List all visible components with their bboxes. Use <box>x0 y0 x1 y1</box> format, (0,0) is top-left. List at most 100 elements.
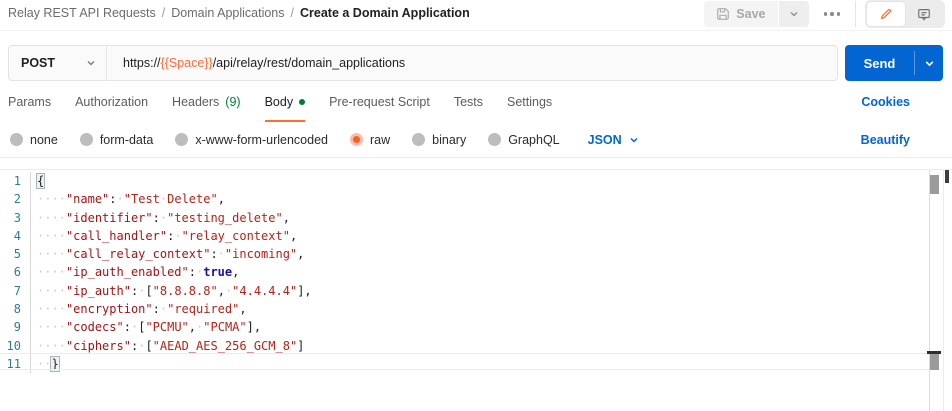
pencil-icon <box>879 7 893 21</box>
code-token-pun: , <box>297 247 304 261</box>
body-mode-label: raw <box>370 133 390 147</box>
code-token-key: "ip_auth_enabled" <box>66 265 189 279</box>
body-mode-graphql[interactable]: GraphQL <box>488 133 559 147</box>
page-scrollbar-track <box>943 170 944 411</box>
whitespace-dot: · <box>59 339 66 353</box>
beautify-link[interactable]: Beautify <box>861 133 910 147</box>
raw-body-editor: 1{2····"name":·"Test·Delete",3····"ident… <box>0 169 952 410</box>
comments-button[interactable] <box>905 2 943 26</box>
code-token-pun: :· <box>153 211 167 225</box>
url-environment-variable: {{Space}} <box>161 56 213 70</box>
request-url-row: POST https://{{Space}}/api/relay/rest/do… <box>0 31 952 81</box>
code-token-pun: :· <box>210 247 224 261</box>
code-token-pun: , <box>218 192 225 206</box>
whitespace-dot: · <box>117 192 124 206</box>
tab-body[interactable]: Body <box>265 81 306 122</box>
body-mode-row: none form-data x-www-form-urlencoded raw bin… <box>0 122 952 158</box>
code-token-key: "encryption" <box>66 302 153 316</box>
editor-vscrollbar-thumb[interactable] <box>930 175 939 194</box>
send-button[interactable]: Send <box>845 45 914 81</box>
code-token-key: "name" <box>66 192 109 206</box>
radio-binary <box>412 133 425 146</box>
code-token-pun: :·[ <box>131 339 153 353</box>
save-options-button[interactable] <box>779 1 809 27</box>
body-mode-form-data[interactable]: form-data <box>80 133 154 147</box>
code-token-pun: , <box>290 229 297 243</box>
code-token-str: "Test·Delete" <box>124 192 218 206</box>
body-mode-label: GraphQL <box>508 133 559 147</box>
radio-x-www-form-urlencoded <box>175 133 188 146</box>
code-area[interactable]: 1{2····"name":·"Test·Delete",3····"ident… <box>0 170 952 373</box>
send-button-label: Send <box>864 56 896 71</box>
code-line: 7····"ip_auth":·["8.8.8.8",·"4.4.4.4"], <box>0 282 952 300</box>
code-token-ws: ···· <box>37 339 66 353</box>
code-line-content: ····"name":·"Test·Delete", <box>31 190 225 208</box>
body-mode-none[interactable]: none <box>10 133 58 147</box>
whitespace-dot: · <box>174 229 181 243</box>
line-number: 7 <box>0 282 31 300</box>
line-number: 3 <box>0 209 31 227</box>
request-tabs: Params Authorization Headers(9) Body Pre-req… <box>0 81 952 122</box>
more-options-icon[interactable] <box>818 12 847 16</box>
code-token-key: "ciphers" <box>66 339 131 353</box>
whitespace-dot: · <box>51 192 58 206</box>
tab-pre-request-script[interactable]: Pre-request Script <box>329 81 430 122</box>
url-bar: POST https://{{Space}}/api/relay/rest/do… <box>8 45 838 81</box>
tab-settings[interactable]: Settings <box>507 81 552 122</box>
tab-label: Pre-request Script <box>329 95 430 109</box>
body-mode-x-www-form-urlencoded[interactable]: x-www-form-urlencoded <box>175 133 328 147</box>
code-token-ws: ···· <box>37 192 66 206</box>
body-mode-raw[interactable]: raw <box>350 133 390 147</box>
code-token-ws: ···· <box>37 211 66 225</box>
code-line: 3····"identifier":·"testing_delete", <box>0 209 952 227</box>
editor-hscrollbar-thumb[interactable] <box>930 354 939 370</box>
whitespace-dot: · <box>51 247 58 261</box>
code-token-brkt: { <box>37 174 44 188</box>
code-line-content: ····"call_handler":·"relay_context", <box>31 227 297 245</box>
code-token-ws: ···· <box>37 302 66 316</box>
code-token-key: "call_relay_context" <box>66 247 211 261</box>
code-line: 1{ <box>0 172 952 190</box>
tab-label: Headers <box>172 95 219 109</box>
edit-mode-button[interactable] <box>867 2 905 26</box>
line-number: 2 <box>0 190 31 208</box>
radio-graphql <box>488 133 501 146</box>
edit-comment-toggle <box>865 0 945 28</box>
chevron-down-icon <box>86 58 96 68</box>
body-mode-binary[interactable]: binary <box>412 133 466 147</box>
page-scrollbar-thumb[interactable] <box>945 170 949 183</box>
code-token-pun: :·[ <box>131 284 153 298</box>
breadcrumb-separator: / <box>291 6 294 20</box>
line-number: 1 <box>0 172 31 190</box>
tab-label: Tests <box>454 95 483 109</box>
body-mode-label: binary <box>432 133 466 147</box>
save-button[interactable]: Save <box>704 1 777 27</box>
whitespace-dot: · <box>138 284 145 298</box>
breadcrumb-item[interactable]: Relay REST API Requests <box>8 6 156 20</box>
line-number: 9 <box>0 318 31 336</box>
code-token-str: "relay_context" <box>182 229 290 243</box>
cookies-link[interactable]: Cookies <box>861 95 910 109</box>
language-select[interactable]: JSON <box>588 133 639 147</box>
whitespace-dot: · <box>59 229 66 243</box>
breadcrumb-item[interactable]: Domain Applications <box>171 6 284 20</box>
tab-headers[interactable]: Headers(9) <box>172 81 241 122</box>
tab-authorization[interactable]: Authorization <box>75 81 148 122</box>
tab-params[interactable]: Params <box>8 81 51 122</box>
tab-label: Params <box>8 95 51 109</box>
code-token-str: "incoming" <box>225 247 297 261</box>
code-token-pun: :· <box>167 229 181 243</box>
code-token-pun: ], <box>247 320 261 334</box>
url-input[interactable]: https://{{Space}}/api/relay/rest/domain_… <box>107 56 405 70</box>
code-token-str: "PCMU" <box>145 320 188 334</box>
tab-tests[interactable]: Tests <box>454 81 483 122</box>
send-options-button[interactable] <box>915 45 943 81</box>
whitespace-dot: · <box>218 247 225 261</box>
whitespace-dot: · <box>51 229 58 243</box>
code-token-pun: , <box>232 265 239 279</box>
code-token-ws: ···· <box>37 229 66 243</box>
chevron-down-icon <box>924 58 935 69</box>
code-token-str: "testing_delete" <box>167 211 283 225</box>
method-select[interactable]: POST <box>9 56 106 70</box>
whitespace-dot: · <box>51 339 58 353</box>
